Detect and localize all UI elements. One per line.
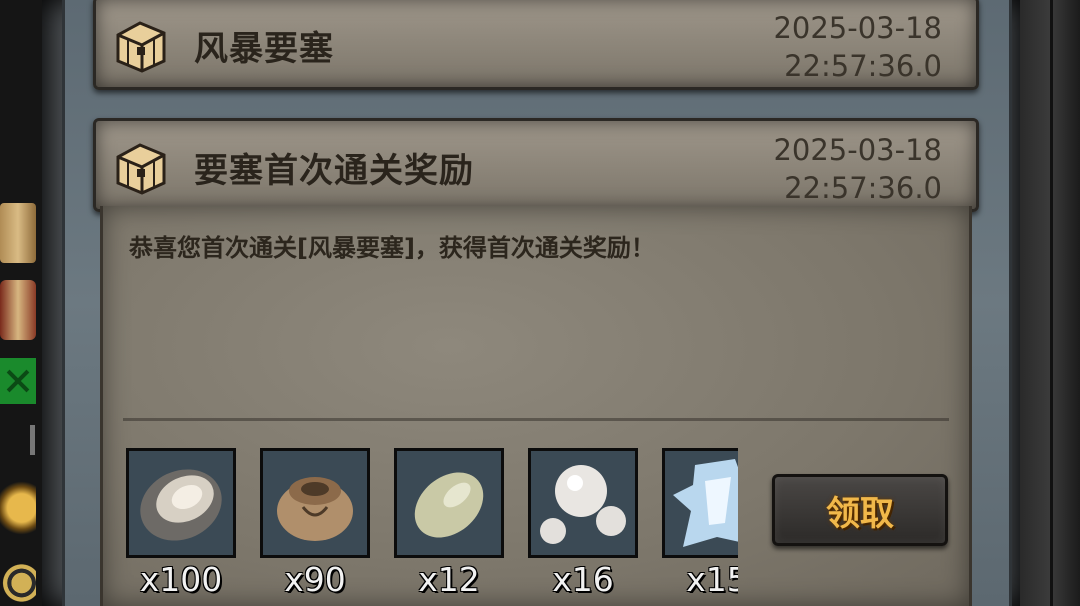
reward-count: x16 <box>552 560 614 599</box>
chest-icon <box>116 143 166 195</box>
pearl-icon <box>531 451 635 555</box>
mail-time: 22:57:36.0 <box>784 49 942 83</box>
scroll-icon[interactable] <box>0 203 36 263</box>
chest-icon <box>116 21 166 73</box>
ice-crystal-icon <box>665 451 738 555</box>
oyster-icon <box>129 451 233 555</box>
sack-icon <box>263 451 367 555</box>
reward-slot-pearl[interactable] <box>528 448 638 558</box>
crossed-swords-icon[interactable] <box>0 358 36 404</box>
pebble-icon <box>397 451 501 555</box>
reward-slot-ice-crystal[interactable] <box>662 448 738 558</box>
reward-divider <box>123 418 949 421</box>
reward-count: x90 <box>284 560 346 599</box>
mail-timestamp: 2025-03-18 22:57:36.0 <box>773 131 942 207</box>
map-scroll-icon[interactable] <box>0 280 36 340</box>
reward-slot-oyster[interactable] <box>126 448 236 558</box>
mail-title: 风暴要塞 <box>194 29 334 69</box>
compass-icon[interactable] <box>0 480 36 536</box>
search-icon[interactable] <box>0 560 36 606</box>
mail-date: 2025-03-18 <box>773 11 942 45</box>
mail-time: 22:57:36.0 <box>784 171 942 205</box>
reward-slot-sack[interactable] <box>260 448 370 558</box>
mail-message: 恭喜您首次通关[风暴要塞]，获得首次通关奖励！ <box>129 234 655 262</box>
claim-button[interactable]: 领取 <box>772 474 948 546</box>
mail-timestamp: 2025-03-18 22:57:36.0 <box>773 9 942 85</box>
divider <box>30 425 35 455</box>
reward-slot-pebble[interactable] <box>394 448 504 558</box>
reward-count: x12 <box>418 560 480 599</box>
mail-date: 2025-03-18 <box>773 133 942 167</box>
reward-count: x15 <box>686 560 738 599</box>
reward-count: x100 <box>139 560 223 599</box>
mail-header-2[interactable]: 要塞首次通关奖励 2025-03-18 22:57:36.0 <box>93 118 979 212</box>
panel-right-edge <box>1020 0 1080 606</box>
reward-list: x100 x90 x12 x16 x15 <box>126 448 738 606</box>
mail-title: 要塞首次通关奖励 <box>194 151 474 191</box>
left-sidebar <box>0 0 42 606</box>
mail-header-1[interactable]: 风暴要塞 2025-03-18 22:57:36.0 <box>93 0 979 90</box>
